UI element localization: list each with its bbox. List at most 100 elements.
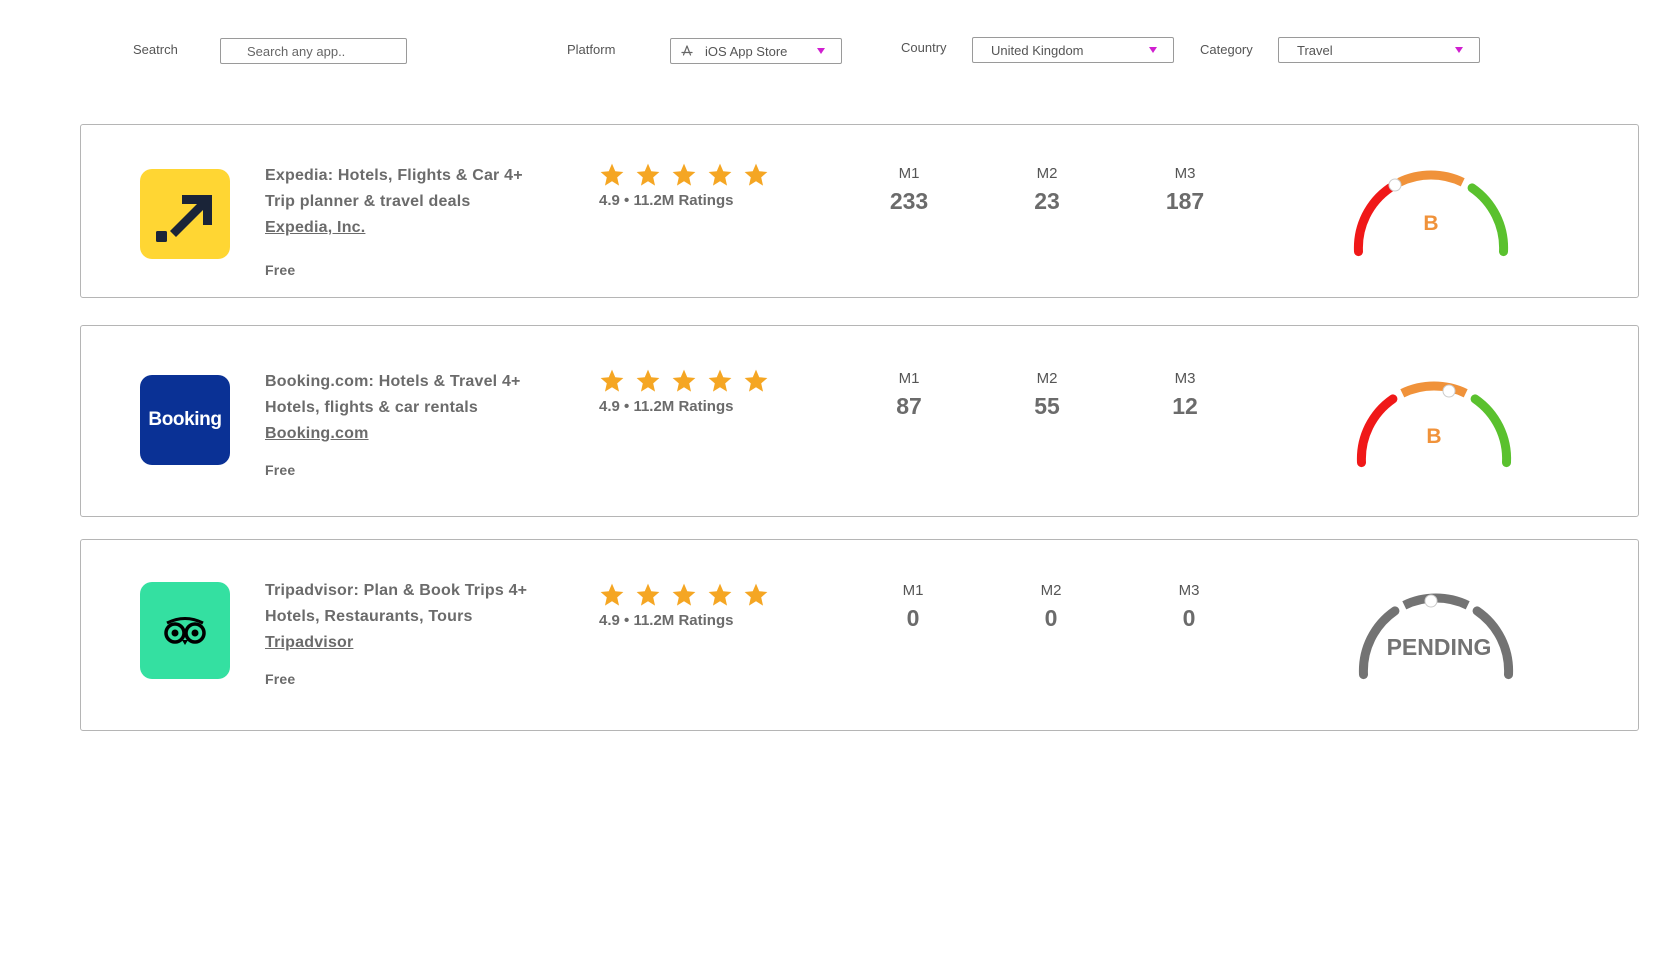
star-icon: [636, 369, 660, 392]
gauge-needle-knob: [1424, 594, 1438, 608]
country-select[interactable]: United Kingdom: [972, 37, 1174, 63]
country-label: Country: [901, 40, 947, 55]
rating-block: 4.9 • 11.2M Ratings: [599, 368, 769, 415]
star-icon: [672, 163, 696, 186]
metric-value: 0: [1182, 605, 1196, 631]
chevron-down-icon: [817, 48, 825, 54]
gauge-needle-knob: [1442, 384, 1456, 398]
star-icon: [744, 369, 768, 392]
platform-select[interactable]: iOS App Store: [670, 38, 842, 64]
metric-m1: M1 87: [869, 370, 949, 420]
search-placeholder: Search any app..: [247, 43, 346, 59]
app-subtitle: Trip planner & travel deals: [265, 193, 471, 210]
star-icon: [708, 163, 732, 186]
metric-m1: M1 233: [869, 165, 949, 215]
metric-m2: M2 0: [1011, 582, 1091, 632]
metric-label: M1: [898, 370, 920, 387]
metric-value: 87: [896, 393, 922, 419]
metric-label: M3: [1178, 582, 1200, 599]
chevron-down-icon: [1149, 47, 1157, 53]
star-rating: [599, 582, 769, 608]
gauge-segment-green: [1470, 394, 1512, 468]
app-price: Free: [265, 462, 296, 478]
app-developer-link[interactable]: Expedia, Inc.: [265, 215, 523, 241]
metric-value: 23: [1034, 188, 1060, 214]
app-title: Expedia: Hotels, Flights & Car 4+: [265, 167, 523, 184]
app-icon-tripadvisor: [140, 582, 230, 679]
gauge-segment-orange: [1397, 170, 1465, 187]
star-icon: [744, 163, 768, 186]
app-subtitle: Hotels, flights & car rentals: [265, 399, 478, 416]
metric-m1: M1 0: [873, 582, 953, 632]
rating-block: 4.9 • 11.2M Ratings: [599, 582, 769, 629]
app-developer-link[interactable]: Booking.com: [265, 421, 521, 447]
rating-text: 4.9 • 11.2M Ratings: [599, 612, 734, 629]
grade-text: B: [1423, 212, 1438, 235]
category-select[interactable]: Travel: [1278, 37, 1480, 63]
chevron-down-icon: [1455, 47, 1463, 53]
metric-value: 0: [1044, 605, 1058, 631]
grade-gauge: B: [1356, 381, 1512, 468]
app-icon-booking: Booking: [140, 375, 230, 465]
metric-label: M1: [902, 582, 924, 599]
star-icon: [636, 583, 660, 606]
grade-text: PENDING: [1387, 634, 1492, 660]
metric-m3: M3 12: [1145, 370, 1225, 420]
app-title: Tripadvisor: Plan & Book Trips 4+: [265, 582, 528, 599]
app-store-icon: [681, 45, 693, 57]
app-card-tripadvisor[interactable]: Tripadvisor: Plan & Book Trips 4+ Hotels…: [80, 539, 1639, 731]
metric-value: 12: [1172, 393, 1198, 419]
metric-m2: M2 23: [1007, 165, 1087, 215]
gauge-segment-red: [1353, 183, 1395, 257]
gauge-segment-red: [1356, 394, 1398, 468]
star-icon: [708, 369, 732, 392]
metric-label: M1: [898, 165, 920, 182]
metric-label: M2: [1040, 582, 1062, 599]
booking-logo-text: Booking: [148, 409, 222, 430]
app-developer-link[interactable]: Tripadvisor: [265, 630, 527, 656]
rating-text: 4.9 • 11.2M Ratings: [599, 192, 734, 209]
platform-value: iOS App Store: [705, 43, 788, 59]
rating-block: 4.9 • 11.2M Ratings: [599, 162, 769, 209]
star-icon: [600, 163, 624, 186]
app-card-expedia[interactable]: Expedia: Hotels, Flights & Car 4+ Trip p…: [80, 124, 1639, 298]
search-input[interactable]: Search any app..: [220, 38, 407, 64]
star-rating: [599, 162, 769, 188]
grade-text: B: [1426, 425, 1441, 448]
app-card-booking[interactable]: Booking Booking.com: Hotels & Travel 4+ …: [80, 325, 1639, 517]
rating-text: 4.9 • 11.2M Ratings: [599, 398, 734, 415]
metric-label: M3: [1174, 165, 1196, 182]
gauge-needle-knob: [1388, 178, 1402, 192]
owl-eyes-icon: [164, 616, 206, 645]
country-value: United Kingdom: [991, 42, 1084, 58]
metric-m3: M3 0: [1149, 582, 1229, 632]
grade-gauge: B: [1353, 170, 1509, 257]
app-price: Free: [265, 671, 296, 687]
metric-value: 233: [889, 188, 929, 214]
metric-value: 55: [1034, 393, 1060, 419]
star-icon: [744, 583, 768, 606]
star-rating: [599, 368, 769, 394]
app-title: Booking.com: Hotels & Travel 4+: [265, 373, 521, 390]
metric-label: M3: [1174, 370, 1196, 387]
pending-gauge: PENDING: [1358, 593, 1514, 680]
star-icon: [672, 583, 696, 606]
metric-m3: M3 187: [1145, 165, 1225, 215]
star-icon: [600, 583, 624, 606]
expedia-arrow-icon: [156, 195, 212, 242]
app-price: Free: [265, 262, 296, 278]
app-subtitle: Hotels, Restaurants, Tours: [265, 608, 473, 625]
metric-label: M2: [1036, 370, 1058, 387]
category-label: Category: [1200, 42, 1253, 57]
platform-label: Platform: [567, 42, 616, 57]
star-icon: [708, 583, 732, 606]
metric-label: M2: [1036, 165, 1058, 182]
gauge-segment-orange: [1400, 381, 1468, 398]
metric-value: 187: [1165, 188, 1205, 214]
star-icon: [672, 369, 696, 392]
star-icon: [600, 369, 624, 392]
category-value: Travel: [1297, 42, 1333, 58]
app-icon-expedia: [140, 169, 230, 259]
gauge-segment-green: [1467, 183, 1509, 257]
metric-m2: M2 55: [1007, 370, 1087, 420]
